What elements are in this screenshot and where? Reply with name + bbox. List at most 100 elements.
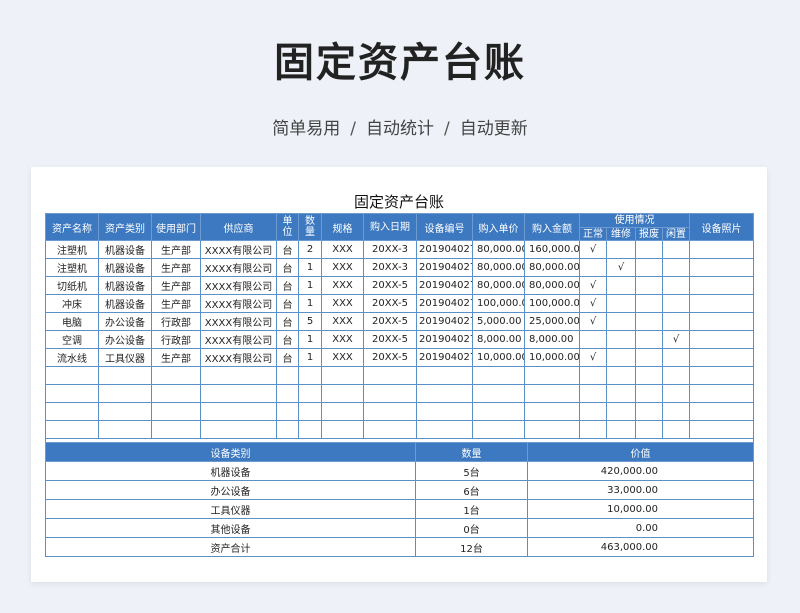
cell-category[interactable]: 办公设备 [98,330,152,349]
cell-usage-scrap[interactable] [635,330,663,349]
cell-spec[interactable]: XXX [321,240,364,259]
empty-cell[interactable] [472,402,525,421]
cell-photo[interactable] [689,240,754,259]
cell-supplier[interactable]: XXXX有限公司 [200,294,277,313]
empty-cell[interactable] [606,402,636,421]
empty-cell[interactable] [579,366,607,385]
cell-usage-scrap[interactable] [635,294,663,313]
cell-amount[interactable]: 8,000.00 [524,330,580,349]
summary-qty[interactable]: 1台 [415,499,528,519]
cell-usage-idle[interactable] [662,348,690,367]
cell-price[interactable]: 8,000.00 [472,330,525,349]
cell-usage-normal[interactable]: √ [579,240,607,259]
cell-supplier[interactable]: XXXX有限公司 [200,348,277,367]
cell-usage-repair[interactable] [606,330,636,349]
cell-usage-idle[interactable]: √ [662,330,690,349]
cell-date[interactable]: 20XX-5 [363,312,417,331]
cell-usage-repair[interactable] [606,294,636,313]
summary-category[interactable]: 办公设备 [45,480,416,500]
cell-asset-name[interactable]: 切纸机 [45,276,99,295]
empty-cell[interactable] [321,366,364,385]
cell-date[interactable]: 20XX-3 [363,258,417,277]
summary-category[interactable]: 机器设备 [45,461,416,481]
summary-value[interactable]: 0.00 [527,518,754,538]
cell-price[interactable]: 10,000.00 [472,348,525,367]
cell-usage-scrap[interactable] [635,240,663,259]
empty-cell[interactable] [662,366,690,385]
cell-category[interactable]: 工具仪器 [98,348,152,367]
cell-unit[interactable]: 台 [276,330,299,349]
cell-code[interactable]: 2019040273 [416,276,473,295]
cell-date[interactable]: 20XX-5 [363,276,417,295]
cell-usage-normal[interactable]: √ [579,312,607,331]
summary-qty[interactable]: 5台 [415,461,528,481]
cell-usage-repair[interactable] [606,276,636,295]
empty-cell[interactable] [321,384,364,403]
cell-usage-idle[interactable] [662,276,690,295]
summary-qty[interactable]: 12台 [415,537,528,557]
cell-code[interactable]: 2019040274 [416,294,473,313]
cell-qty[interactable]: 2 [298,240,322,259]
cell-supplier[interactable]: XXXX有限公司 [200,240,277,259]
cell-usage-repair[interactable] [606,348,636,367]
cell-usage-idle[interactable] [662,240,690,259]
cell-code[interactable]: 2019040277 [416,348,473,367]
empty-cell[interactable] [662,402,690,421]
cell-qty[interactable]: 1 [298,276,322,295]
empty-cell[interactable] [276,402,299,421]
cell-supplier[interactable]: XXXX有限公司 [200,312,277,331]
cell-usage-normal[interactable]: √ [579,348,607,367]
cell-category[interactable]: 机器设备 [98,258,152,277]
cell-usage-idle[interactable] [662,312,690,331]
empty-cell[interactable] [662,384,690,403]
cell-spec[interactable]: XXX [321,330,364,349]
cell-asset-name[interactable]: 注塑机 [45,240,99,259]
cell-amount[interactable]: 80,000.00 [524,258,580,277]
cell-category[interactable]: 机器设备 [98,294,152,313]
cell-photo[interactable] [689,294,754,313]
cell-spec[interactable]: XXX [321,312,364,331]
cell-price[interactable]: 100,000.00 [472,294,525,313]
empty-cell[interactable] [276,420,299,439]
cell-dept[interactable]: 生产部 [151,240,201,259]
empty-cell[interactable] [151,420,201,439]
empty-cell[interactable] [298,384,322,403]
summary-value[interactable]: 420,000.00 [527,461,754,481]
cell-code[interactable]: 2019040272 [416,258,473,277]
cell-dept[interactable]: 生产部 [151,276,201,295]
cell-unit[interactable]: 台 [276,258,299,277]
cell-category[interactable]: 办公设备 [98,312,152,331]
cell-dept[interactable]: 行政部 [151,312,201,331]
empty-cell[interactable] [524,384,580,403]
cell-supplier[interactable]: XXXX有限公司 [200,258,277,277]
cell-price[interactable]: 80,000.00 [472,240,525,259]
cell-asset-name[interactable]: 空调 [45,330,99,349]
empty-cell[interactable] [363,402,417,421]
empty-cell[interactable] [200,384,277,403]
cell-qty[interactable]: 1 [298,348,322,367]
cell-unit[interactable]: 台 [276,240,299,259]
cell-usage-repair[interactable] [606,240,636,259]
empty-cell[interactable] [98,402,152,421]
cell-price[interactable]: 80,000.00 [472,276,525,295]
cell-usage-normal[interactable]: √ [579,276,607,295]
cell-usage-idle[interactable] [662,258,690,277]
summary-category[interactable]: 资产合计 [45,537,416,557]
empty-cell[interactable] [579,420,607,439]
cell-photo[interactable] [689,348,754,367]
cell-usage-normal[interactable]: √ [579,294,607,313]
empty-cell[interactable] [151,402,201,421]
cell-date[interactable]: 20XX-5 [363,294,417,313]
cell-unit[interactable]: 台 [276,348,299,367]
summary-category[interactable]: 工具仪器 [45,499,416,519]
summary-value[interactable]: 10,000.00 [527,499,754,519]
empty-cell[interactable] [524,420,580,439]
empty-cell[interactable] [416,402,473,421]
empty-cell[interactable] [200,402,277,421]
cell-dept[interactable]: 行政部 [151,330,201,349]
empty-cell[interactable] [635,366,663,385]
cell-code[interactable]: 2019040276 [416,330,473,349]
cell-usage-normal[interactable] [579,330,607,349]
empty-cell[interactable] [606,366,636,385]
empty-cell[interactable] [363,384,417,403]
